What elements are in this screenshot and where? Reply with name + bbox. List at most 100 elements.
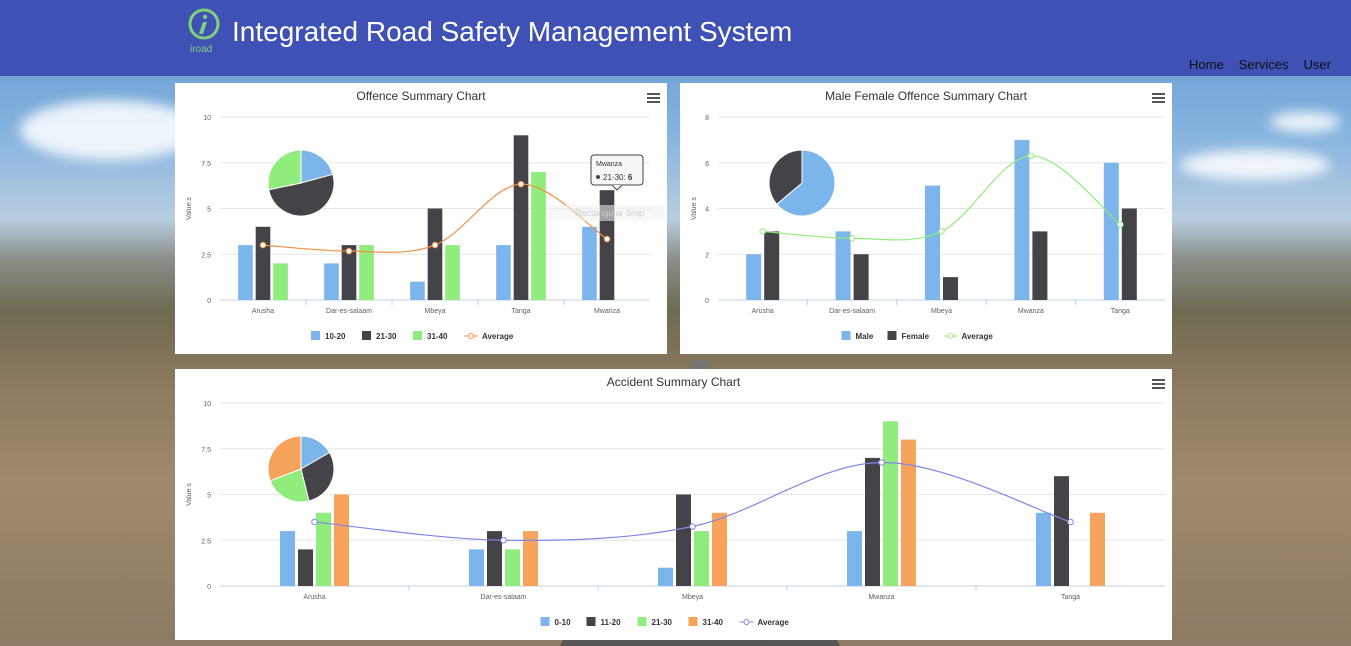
average-point xyxy=(259,241,267,249)
legend-average-marker xyxy=(743,619,750,625)
chart-menu-button[interactable] xyxy=(1152,379,1165,389)
x-tick-label: Tanga xyxy=(1061,594,1080,601)
y-axis-label: Value s xyxy=(186,483,193,506)
cloud xyxy=(20,100,200,160)
chart-title: Accident Summary Chart xyxy=(607,375,741,389)
bar-0-10 xyxy=(658,567,673,586)
y-tick-label: 8 xyxy=(705,115,709,122)
bar-0-10 xyxy=(469,549,484,586)
y-tick-label: 4 xyxy=(705,207,709,214)
x-tick-label: Mbeya xyxy=(931,308,952,315)
legend-label: Average xyxy=(482,332,514,341)
bar-31-40 xyxy=(523,531,538,586)
bar-31-40 xyxy=(445,245,460,300)
bar-Female xyxy=(764,231,780,300)
bar-11-20 xyxy=(298,549,313,586)
y-tick-label: 6 xyxy=(705,161,709,168)
chart-title: Offence Summary Chart xyxy=(356,89,486,103)
legend-label: Male xyxy=(856,332,874,341)
y-tick-label: 10 xyxy=(203,401,211,408)
bar-Female xyxy=(1032,231,1048,300)
bar-11-20 xyxy=(676,494,691,586)
x-tick-label: Mwanza xyxy=(1018,308,1044,315)
bar-11-20 xyxy=(865,457,880,586)
bar-21-30 xyxy=(505,549,520,586)
bar-Male xyxy=(925,185,940,300)
legend-swatch xyxy=(887,331,897,340)
y-tick-label: 10 xyxy=(203,115,211,122)
tooltip-pointer xyxy=(611,184,623,191)
x-tick-label: Mwanza xyxy=(594,308,620,315)
legend-swatch xyxy=(362,331,371,340)
bar-31-40 xyxy=(273,263,288,300)
bar-Male xyxy=(835,231,851,300)
bar-21-30 xyxy=(883,421,898,586)
x-tick-label: Mbeya xyxy=(682,594,703,601)
y-tick-label: 7.5 xyxy=(201,161,211,168)
ghost-snip-text: Rectangular Snip xyxy=(575,208,644,218)
y-tick-label: 0 xyxy=(705,298,709,305)
bar-Female xyxy=(943,277,958,300)
bar-Male xyxy=(746,254,762,300)
nav-services[interactable]: Services xyxy=(1239,57,1289,72)
y-tick-label: 0 xyxy=(207,298,211,305)
tooltip-value: 6 xyxy=(628,173,633,182)
average-point xyxy=(500,536,507,544)
average-point xyxy=(759,228,766,235)
y-tick-label: 2.5 xyxy=(201,538,211,545)
bar-11-20 xyxy=(1054,476,1069,586)
bar-10-20 xyxy=(582,226,597,300)
tooltip-title: Mwanza xyxy=(596,161,622,168)
average-point xyxy=(311,518,318,526)
cloud xyxy=(1180,150,1330,180)
x-tick-label: Mwanza xyxy=(868,594,894,601)
legend-swatch xyxy=(413,331,422,340)
legend-label: 11-20 xyxy=(601,618,622,627)
legend-swatch xyxy=(540,617,550,626)
x-tick-label: Arusha xyxy=(752,308,774,315)
y-axis-label: Value s xyxy=(691,197,698,220)
y-tick-label: 0 xyxy=(207,584,211,591)
x-tick-label: Mbeya xyxy=(424,308,445,315)
legend-swatch xyxy=(688,617,698,626)
logo-text: iroad xyxy=(190,44,213,55)
y-tick-label: 2.5 xyxy=(201,252,211,259)
bar-Female xyxy=(853,254,869,300)
tooltip-series-dot xyxy=(596,175,600,179)
bar-31-40 xyxy=(334,494,349,586)
legend-label: 0-10 xyxy=(555,618,572,627)
chart-menu-button[interactable] xyxy=(647,93,660,103)
legend-swatch xyxy=(841,331,851,340)
average-point xyxy=(517,180,525,188)
pie-slice xyxy=(267,149,302,191)
x-tick-label: Arusha xyxy=(252,308,274,315)
bar-Male xyxy=(1014,139,1030,300)
average-point xyxy=(1027,152,1035,160)
legend-label: 31-40 xyxy=(427,332,448,341)
y-tick-label: 5 xyxy=(207,207,211,214)
legend-swatch xyxy=(637,617,647,626)
nav-home[interactable]: Home xyxy=(1189,57,1224,72)
x-tick-label: Tanga xyxy=(511,308,530,315)
legend-label: Female xyxy=(902,332,930,341)
tooltip-label: 21-30: 6 xyxy=(603,173,633,182)
average-point xyxy=(1117,221,1124,228)
accident-summary-chart: Accident Summary Chart 0 2.5 5 7.5 10 Value s A… xyxy=(175,369,1172,640)
bar-0-10 xyxy=(280,531,295,586)
y-tick-label: 5 xyxy=(207,493,211,500)
cloud xyxy=(1270,112,1340,132)
average-point xyxy=(431,241,439,249)
average-point xyxy=(938,228,945,235)
y-tick-label: 7.5 xyxy=(201,447,211,454)
bar-0-10 xyxy=(1036,512,1051,586)
x-tick-label: Dar-es-salaam xyxy=(326,308,372,315)
chart-menu-button[interactable] xyxy=(1152,93,1165,103)
y-tick-label: 2 xyxy=(705,252,709,259)
x-tick-label: Arusha xyxy=(303,594,325,601)
top-nav: Home Services User xyxy=(1189,57,1331,72)
bar-10-20 xyxy=(238,245,253,300)
nav-user[interactable]: User xyxy=(1304,57,1331,72)
bar-21-30 xyxy=(513,135,529,300)
app-title: Integrated Road Safety Management System xyxy=(232,16,793,47)
legend-swatch xyxy=(311,331,320,340)
